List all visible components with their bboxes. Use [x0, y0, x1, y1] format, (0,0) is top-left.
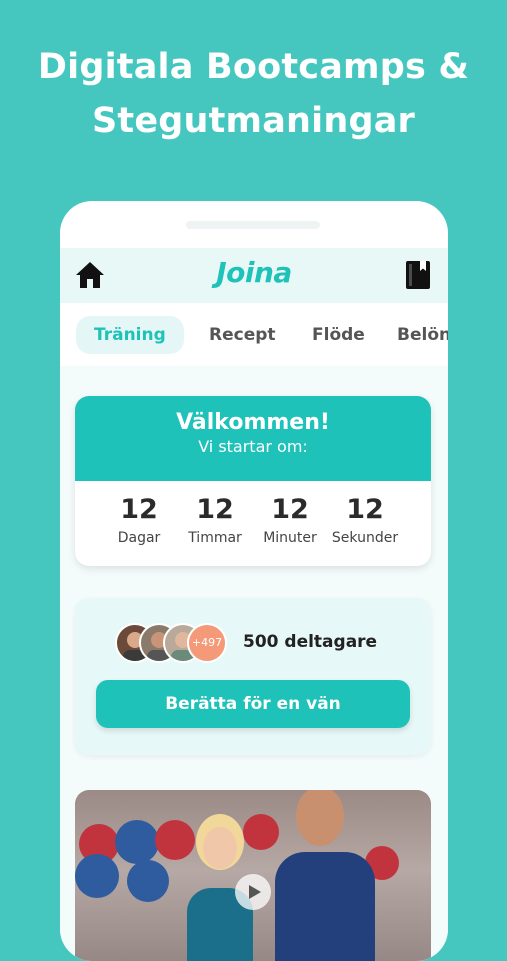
phone-speaker	[186, 221, 320, 229]
participants-count: 500 deltagare	[243, 632, 378, 652]
tab-flode[interactable]: Flöde	[312, 316, 365, 354]
app-header: Joina	[60, 248, 448, 303]
countdown: 12 Dagar 12 Timmar 12 Minuter 12 Sekunde…	[75, 481, 431, 566]
play-button[interactable]	[235, 874, 271, 910]
marketing-headline: Digitala Bootcamps & Stegutmaningar	[0, 40, 507, 148]
book-icon[interactable]	[404, 259, 432, 291]
tab-traning[interactable]: Träning	[76, 316, 184, 354]
gym-ball	[127, 860, 169, 902]
tab-bar: Träning Recept Flöde Belön	[60, 304, 448, 364]
welcome-subtitle: Vi startar om:	[198, 437, 308, 456]
tell-a-friend-button[interactable]: Berätta för en vän	[96, 680, 410, 728]
participants-card: +497 500 deltagare Berätta för en vän	[75, 598, 431, 755]
headline-line-2: Stegutmaningar	[91, 101, 416, 141]
welcome-title: Välkommen!	[176, 410, 330, 435]
countdown-seconds: 12 Sekunder	[320, 493, 410, 546]
countdown-label: Sekunder	[331, 530, 399, 546]
phone-frame: Joina Träning Recept Flöde Belön Välkomm…	[60, 201, 448, 961]
feed-content: Välkommen! Vi startar om: 12 Dagar 12 Ti…	[60, 366, 448, 961]
tab-recept[interactable]: Recept	[209, 316, 276, 354]
countdown-card: Välkommen! Vi startar om: 12 Dagar 12 Ti…	[75, 396, 431, 566]
trainer-man	[275, 790, 375, 961]
welcome-header: Välkommen! Vi startar om:	[75, 396, 431, 481]
app-logo: Joina	[216, 256, 292, 289]
gym-ball	[75, 854, 119, 898]
extra-participants-badge: +497	[187, 623, 227, 663]
play-icon	[249, 885, 261, 899]
headline-line-1: Digitala Bootcamps &	[37, 47, 470, 87]
countdown-value: 12	[346, 494, 384, 525]
gym-ball	[115, 820, 159, 864]
tab-belon[interactable]: Belön	[397, 316, 448, 354]
workout-video-card[interactable]	[75, 790, 431, 961]
